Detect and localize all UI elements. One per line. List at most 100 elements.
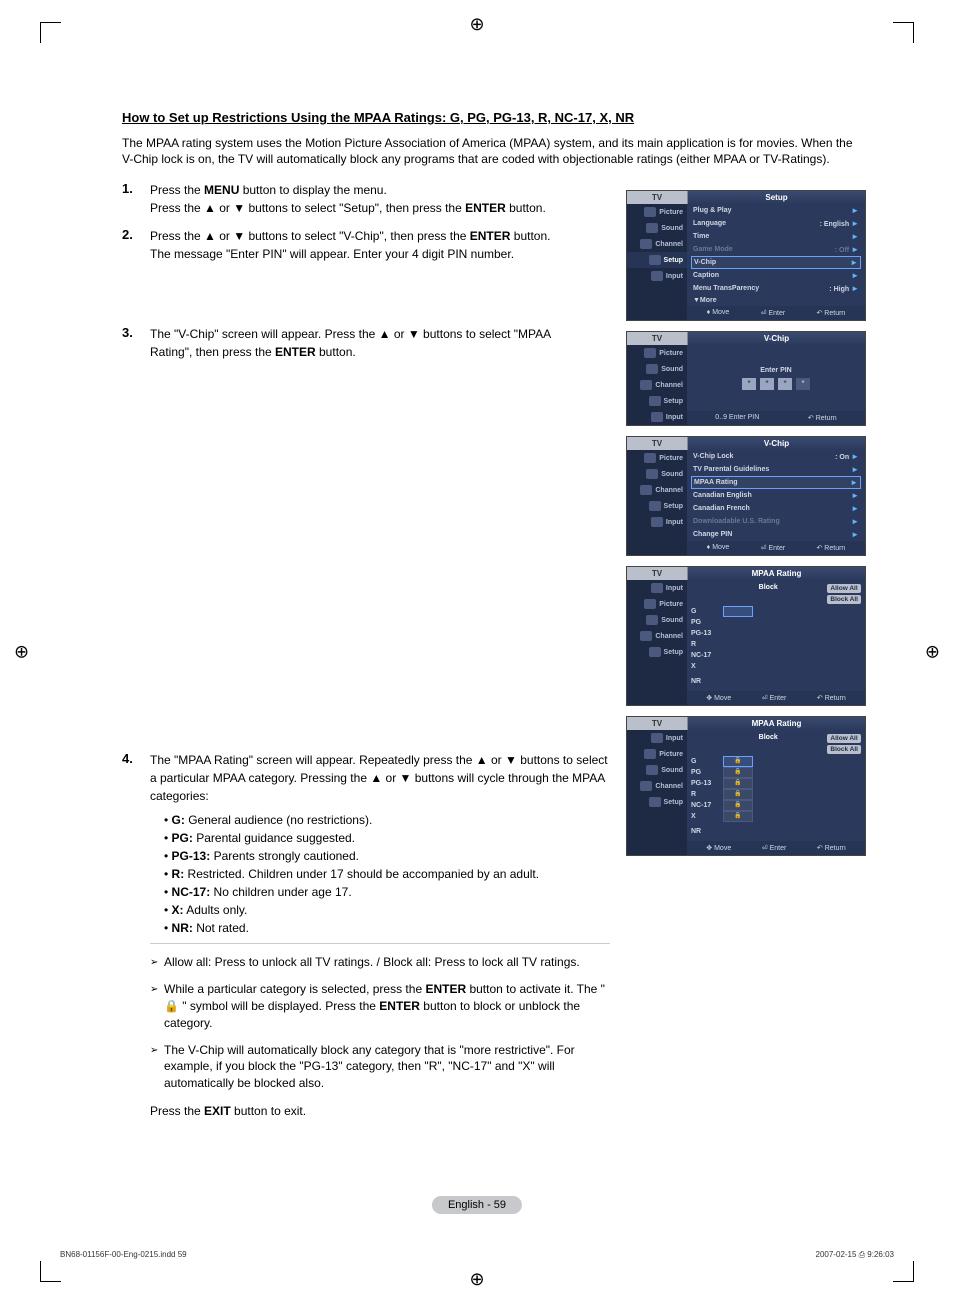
rating-row-r[interactable]: R🔒: [691, 789, 861, 800]
rating-row-x[interactable]: X🔒: [691, 811, 861, 822]
osd-nav-bar: ♦ Move ⏎ Enter ↶ Return: [687, 541, 865, 555]
osd-title: MPAA Rating: [688, 567, 865, 580]
sidebar-item-setup[interactable]: Setup: [627, 794, 687, 810]
sidebar-item-input[interactable]: Input: [627, 580, 687, 596]
menu-row[interactable]: Language: English ►: [687, 217, 865, 230]
menu-row-vchip[interactable]: V-Chip►: [691, 256, 861, 269]
rating-row-nc17[interactable]: NC-17: [691, 650, 861, 661]
rating-row-nr[interactable]: NR: [691, 826, 861, 837]
sidebar-item-sound[interactable]: Sound: [627, 612, 687, 628]
osd-setup-screen: TV Setup Picture Sound Channel Setup Inp…: [626, 190, 866, 321]
menu-row[interactable]: TV Parental Guidelines►: [687, 463, 865, 476]
sidebar-item-setup[interactable]: Setup: [627, 393, 687, 409]
menu-row[interactable]: Downloadable U.S. Rating►: [687, 515, 865, 528]
step-body: The "V-Chip" screen will appear. Press t…: [150, 325, 582, 361]
step-body: Press the ▲ or ▼ buttons to select "V-Ch…: [150, 227, 582, 263]
footer-date: 2007-02-15 ⎙ 9:26:03: [816, 1250, 894, 1260]
lock-icon: 🔒: [723, 811, 753, 822]
sidebar-item-channel[interactable]: Channel: [627, 482, 687, 498]
menu-row[interactable]: Canadian English►: [687, 489, 865, 502]
menu-row[interactable]: Time►: [687, 230, 865, 243]
note-item: The V-Chip will automatically block any …: [150, 1042, 610, 1092]
lock-icon: 🔒: [723, 767, 753, 778]
input-icon: [651, 733, 663, 743]
allow-all-button[interactable]: Allow All: [827, 584, 861, 593]
menu-row[interactable]: Menu TransParency: High ►: [687, 282, 865, 295]
sidebar-item-sound[interactable]: Sound: [627, 361, 687, 377]
sidebar-item-input[interactable]: Input: [627, 514, 687, 530]
setup-icon: [649, 255, 661, 265]
pin-digit[interactable]: *: [742, 378, 756, 390]
sidebar-item-picture[interactable]: Picture: [627, 746, 687, 762]
input-icon: [651, 412, 663, 422]
menu-row[interactable]: Plug & Play►: [687, 204, 865, 217]
sidebar-item-input[interactable]: Input: [627, 409, 687, 425]
sidebar-item-sound[interactable]: Sound: [627, 762, 687, 778]
block-column-label: Block: [691, 734, 827, 754]
menu-row[interactable]: V-Chip Lock: On ►: [687, 450, 865, 463]
rating-row-x[interactable]: X: [691, 661, 861, 672]
block-all-button[interactable]: Block All: [827, 595, 861, 604]
registration-mark: ⊕: [469, 1269, 484, 1290]
rating-row-pg13[interactable]: PG-13: [691, 628, 861, 639]
sidebar-item-picture[interactable]: Picture: [627, 204, 687, 220]
note-item: Allow all: Press to unlock all TV rating…: [150, 954, 610, 971]
sound-icon: [646, 469, 658, 479]
sidebar-item-channel[interactable]: Channel: [627, 628, 687, 644]
menu-row[interactable]: Game Mode: Off ►: [687, 243, 865, 256]
sidebar-item-sound[interactable]: Sound: [627, 466, 687, 482]
print-footer: BN68-01156F-00-Eng-0215.indd 59 2007-02-…: [60, 1250, 894, 1260]
lock-icon: 🔒: [723, 789, 753, 800]
tv-tab: TV: [627, 717, 688, 730]
menu-row[interactable]: Canadian French►: [687, 502, 865, 515]
osd-mpaa-screen-2: TV MPAA Rating Input Picture Sound Chann…: [626, 716, 866, 856]
sidebar-item-channel[interactable]: Channel: [627, 377, 687, 393]
menu-row-more[interactable]: ▼More: [687, 295, 865, 306]
tv-tab: TV: [627, 567, 688, 580]
pin-digit[interactable]: *: [796, 378, 810, 390]
rating-row-r[interactable]: R: [691, 639, 861, 650]
osd-title: V-Chip: [688, 437, 865, 450]
pin-label: Enter PIN: [760, 367, 792, 374]
lock-icon: 🔒: [723, 800, 753, 811]
osd-title: V-Chip: [688, 332, 865, 345]
menu-row[interactable]: Caption►: [687, 269, 865, 282]
lock-icon: 🔒: [723, 756, 753, 767]
channel-icon: [640, 485, 652, 495]
sidebar-item-picture[interactable]: Picture: [627, 450, 687, 466]
sidebar-item-input[interactable]: Input: [627, 730, 687, 746]
rating-row-pg13[interactable]: PG-13🔒: [691, 778, 861, 789]
rating-row-pg[interactable]: PG: [691, 617, 861, 628]
rating-row-g[interactable]: G🔒: [691, 756, 861, 767]
sound-icon: [646, 615, 658, 625]
setup-icon: [649, 647, 661, 657]
pin-digit[interactable]: *: [760, 378, 774, 390]
rating-row-g[interactable]: G: [691, 606, 861, 617]
osd-nav-bar: ✥ Move ⏎ Enter ↶ Return: [687, 841, 865, 855]
sidebar-item-picture[interactable]: Picture: [627, 596, 687, 612]
rating-row-nc17[interactable]: NC-17🔒: [691, 800, 861, 811]
step-number: 4.: [122, 751, 140, 1120]
menu-row-mpaa[interactable]: MPAA Rating►: [691, 476, 861, 489]
picture-icon: [644, 348, 656, 358]
rating-row-pg[interactable]: PG🔒: [691, 767, 861, 778]
rating-row-nr[interactable]: NR: [691, 676, 861, 687]
sidebar-item-channel[interactable]: Channel: [627, 778, 687, 794]
input-icon: [651, 271, 663, 281]
setup-icon: [649, 396, 661, 406]
allow-all-button[interactable]: Allow All: [827, 734, 861, 743]
sidebar-item-setup[interactable]: Setup: [627, 498, 687, 514]
sidebar-item-sound[interactable]: Sound: [627, 220, 687, 236]
sidebar-item-picture[interactable]: Picture: [627, 345, 687, 361]
intro-paragraph: The MPAA rating system uses the Motion P…: [122, 135, 864, 167]
sidebar-item-input[interactable]: Input: [627, 268, 687, 284]
menu-row[interactable]: Change PIN►: [687, 528, 865, 541]
pin-digit[interactable]: *: [778, 378, 792, 390]
sidebar-item-channel[interactable]: Channel: [627, 236, 687, 252]
tv-tab: TV: [627, 437, 688, 450]
sidebar-item-setup[interactable]: Setup: [627, 252, 687, 268]
pin-input[interactable]: * * * *: [742, 378, 810, 390]
sidebar-item-setup[interactable]: Setup: [627, 644, 687, 660]
block-all-button[interactable]: Block All: [827, 745, 861, 754]
osd-nav-bar: 0..9 Enter PIN ↶ Return: [687, 411, 865, 425]
